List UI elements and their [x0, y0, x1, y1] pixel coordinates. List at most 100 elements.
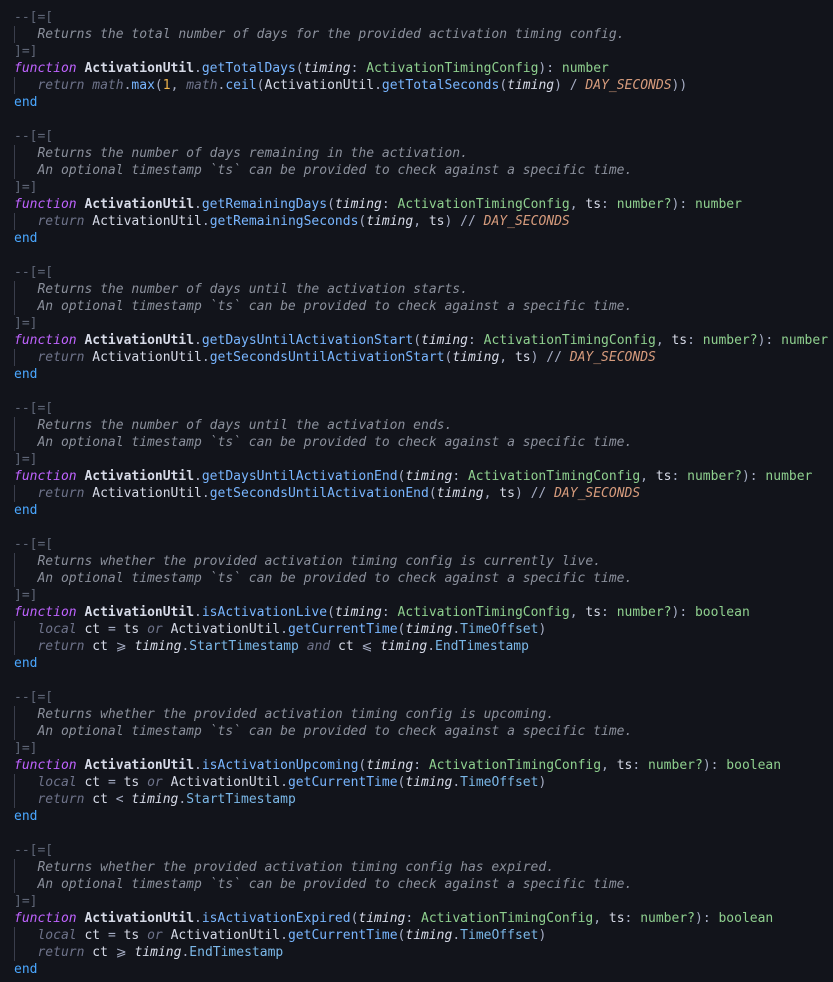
- function-body-line[interactable]: local ct = ts or ActivationUtil.getCurre…: [0, 927, 833, 944]
- function-body-line[interactable]: return ActivationUtil.getSecondsUntilAct…: [0, 349, 833, 366]
- doc-comment-line[interactable]: Returns whether the provided activation …: [0, 859, 833, 876]
- doc-comment-line[interactable]: Returns whether the provided activation …: [0, 553, 833, 570]
- code-token: local: [37, 775, 77, 790]
- doc-comment-line[interactable]: --[=[: [0, 689, 833, 706]
- module-name: ActivationUtil: [84, 197, 195, 212]
- code-token: number?: [702, 333, 758, 348]
- function-end[interactable]: end: [0, 808, 833, 825]
- function-body-line[interactable]: return ActivationUtil.getSecondsUntilAct…: [0, 485, 833, 502]
- function-body-line[interactable]: return ct < timing.StartTimestamp: [0, 791, 833, 808]
- code-token: .: [452, 775, 461, 790]
- code-token: ts: [585, 197, 602, 212]
- doc-comment-line[interactable]: ]=]: [0, 451, 833, 468]
- doc-comment-line[interactable]: Returns the number of days remaining in …: [0, 145, 833, 162]
- code-token: :: [687, 333, 695, 348]
- function-body-line[interactable]: return ActivationUtil.getRemainingSecond…: [0, 213, 833, 230]
- code-token: .: [201, 350, 210, 365]
- indent-guide: [14, 723, 15, 740]
- function-signature[interactable]: function ActivationUtil.isActivationUpco…: [0, 757, 833, 774]
- doc-comment-line[interactable]: --[=[: [0, 400, 833, 417]
- code-token: ): [702, 758, 711, 773]
- function-end[interactable]: end: [0, 366, 833, 383]
- code-token: <: [115, 792, 124, 807]
- code-token: (: [256, 78, 265, 93]
- function-end[interactable]: end: [0, 94, 833, 111]
- code-token: timing: [303, 61, 351, 76]
- code-token: (: [154, 78, 163, 93]
- function-end[interactable]: end: [0, 961, 833, 978]
- function-body-line[interactable]: return ct ⩾ timing. StartTimestamp and ct…: [0, 638, 833, 655]
- doc-comment-close: ]=]: [14, 180, 38, 195]
- code-token: (: [327, 197, 335, 212]
- code-editor[interactable]: --[=[ Returns the total number of days f…: [0, 0, 833, 982]
- function-signature[interactable]: function ActivationUtil.getTotalDays(tim…: [0, 60, 833, 77]
- doc-comment-line[interactable]: ]=]: [0, 43, 833, 60]
- code-token: timing: [366, 758, 414, 773]
- doc-comment-line[interactable]: --[=[: [0, 842, 833, 859]
- module-name: ActivationUtil: [84, 758, 195, 773]
- doc-comment-line[interactable]: An optional timestamp `ts` can be provid…: [0, 723, 833, 740]
- doc-comment-line[interactable]: Returns the number of days until the act…: [0, 281, 833, 298]
- doc-comment-line[interactable]: Returns the total number of days for the…: [0, 26, 833, 43]
- doc-comment-line[interactable]: ]=]: [0, 740, 833, 757]
- doc-comment-line[interactable]: An optional timestamp `ts` can be provid…: [0, 876, 833, 893]
- indent-guide: [14, 162, 15, 179]
- function-body-line[interactable]: local ct = ts or ActivationUtil.getCurre…: [0, 774, 833, 791]
- doc-comment-line[interactable]: ]=]: [0, 587, 833, 604]
- code-token: //: [530, 486, 547, 501]
- code-token: number: [765, 469, 813, 484]
- function-signature[interactable]: function ActivationUtil.isActivationExpi…: [0, 910, 833, 927]
- doc-comment-text: Returns the number of days until the act…: [14, 282, 468, 297]
- code-token: timing: [366, 214, 414, 229]
- function-body-line[interactable]: return ct ⩾ timing.EndTimestamp: [0, 944, 833, 961]
- doc-comment-line[interactable]: ]=]: [0, 179, 833, 196]
- code-token: or: [147, 928, 163, 943]
- function-signature[interactable]: function ActivationUtil.getRemainingDays…: [0, 196, 833, 213]
- code-token: DAY_SECONDS: [554, 486, 641, 501]
- doc-comment-line[interactable]: An optional timestamp `ts` can be provid…: [0, 570, 833, 587]
- doc-comment-line[interactable]: ]=]: [0, 893, 833, 910]
- function-body-line[interactable]: local ct = ts or ActivationUtil.getCurre…: [0, 621, 833, 638]
- code-token: :: [546, 61, 555, 76]
- function-end[interactable]: end: [0, 230, 833, 247]
- function-keyword: function: [14, 197, 77, 212]
- code-token: TimeOffset: [460, 928, 539, 943]
- code-token: ct: [92, 792, 108, 807]
- function-signature[interactable]: function ActivationUtil.getDaysUntilActi…: [0, 332, 833, 349]
- function-signature[interactable]: function ActivationUtil.getDaysUntilActi…: [0, 468, 833, 485]
- doc-comment-line[interactable]: An optional timestamp `ts` can be provid…: [0, 162, 833, 179]
- function-end[interactable]: end: [0, 502, 833, 519]
- code-token: ⩾: [115, 945, 127, 960]
- doc-comment-close: ]=]: [14, 588, 38, 603]
- doc-comment-line[interactable]: Returns the number of days until the act…: [0, 417, 833, 434]
- doc-comment-line[interactable]: --[=[: [0, 536, 833, 553]
- doc-comment-line[interactable]: Returns whether the provided activation …: [0, 706, 833, 723]
- code-token: number?: [687, 469, 742, 484]
- code-token: .: [194, 197, 202, 212]
- function-signature[interactable]: function ActivationUtil.isActivationLive…: [0, 604, 833, 621]
- doc-comment-line[interactable]: An optional timestamp `ts` can be provid…: [0, 434, 833, 451]
- code-token: getSecondsUntilActivationStart: [209, 350, 445, 365]
- code-token: ActivationTimingConfig: [397, 197, 570, 212]
- code-token: ts: [123, 775, 140, 790]
- function-end[interactable]: end: [0, 655, 833, 672]
- doc-comment-line[interactable]: --[=[: [0, 128, 833, 145]
- code-token: DAY_SECONDS: [569, 350, 656, 365]
- end-keyword: end: [14, 367, 38, 382]
- doc-comment-line[interactable]: ]=]: [0, 315, 833, 332]
- doc-comment-line[interactable]: An optional timestamp `ts` can be provid…: [0, 298, 833, 315]
- doc-comment-line[interactable]: --[=[: [0, 9, 833, 26]
- code-token: .: [280, 928, 288, 943]
- code-token: .: [194, 758, 202, 773]
- function-body-line[interactable]: return math.max(1, math.ceil(ActivationU…: [0, 77, 833, 94]
- doc-comment-line[interactable]: --[=[: [0, 264, 833, 281]
